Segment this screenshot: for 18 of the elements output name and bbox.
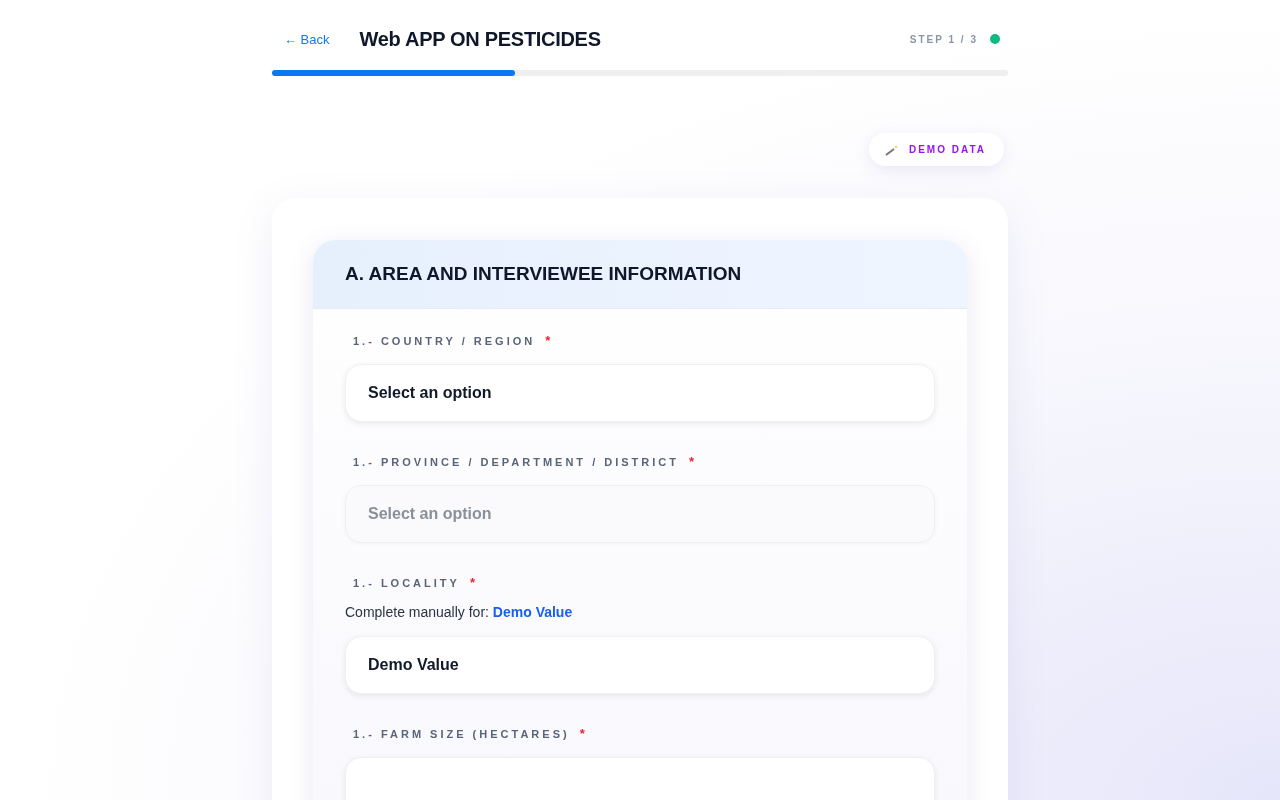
required-mark: *: [689, 454, 695, 469]
status-dot: [990, 34, 1000, 44]
back-link[interactable]: ← Back: [284, 31, 330, 47]
magic-wand-icon: [884, 143, 899, 156]
section-title: A. AREA AND INTERVIEWEE INFORMATION: [313, 240, 967, 309]
select-field[interactable]: Demo Value: [345, 636, 935, 694]
required-mark: *: [579, 726, 585, 741]
field-label: 1.- PROVINCE / DEPARTMENT / DISTRICT: [353, 455, 679, 468]
step-indicator: STEP 1 / 3: [909, 33, 978, 45]
field-label: 1.- FARM SIZE (HECTARES): [353, 727, 570, 740]
app-title: Web APP ON PESTICIDES: [359, 27, 602, 51]
field-label: 1.- COUNTRY / REGION: [353, 334, 536, 347]
field-note: Complete manually for: Demo Value: [345, 604, 574, 620]
select-field[interactable]: Select an option: [345, 364, 935, 422]
demo-data-button[interactable]: DEMO DATA: [868, 133, 1004, 166]
required-mark: *: [545, 333, 551, 348]
required-mark: *: [469, 575, 475, 590]
field-label: 1.- LOCALITY: [353, 576, 460, 589]
